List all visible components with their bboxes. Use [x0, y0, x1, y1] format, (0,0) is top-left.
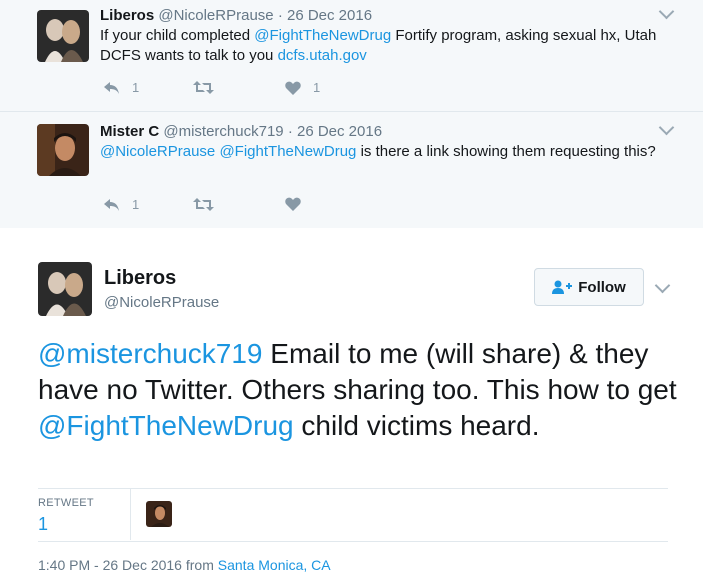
avatar[interactable] [37, 124, 89, 176]
avatar[interactable] [37, 10, 89, 62]
mention-link[interactable]: @FightTheNewDrug [38, 410, 294, 441]
tweet-timestamp: 1:40 PM - 26 Dec 2016 from Santa Monica,… [38, 557, 331, 573]
retweet-icon [193, 198, 214, 211]
text-fragment: If your child completed [100, 27, 255, 44]
author-name[interactable]: Liberos [100, 7, 154, 24]
like-button[interactable]: 1 [285, 80, 320, 95]
retweet-stat-count[interactable]: 1 [38, 514, 48, 535]
text-fragment: is there a link showing them requesting … [356, 143, 656, 160]
tweet-date[interactable]: · 26 Dec 2016 [278, 7, 372, 24]
main-tweet-text: @misterchuck719 Email to me (will share)… [38, 336, 678, 444]
retweet-button[interactable] [193, 81, 214, 94]
location-link[interactable]: Santa Monica, CA [218, 557, 331, 573]
tweet-date[interactable]: · 26 Dec 2016 [288, 123, 382, 140]
main-avatar[interactable] [38, 262, 92, 316]
like-button[interactable] [285, 197, 301, 211]
reply-count: 1 [132, 197, 140, 212]
mention-link[interactable]: @NicoleRPrause [100, 143, 215, 160]
divider [130, 488, 131, 540]
divider [38, 541, 668, 542]
mention-link[interactable]: @FightTheNewDrug [254, 27, 391, 44]
author-handle[interactable]: @misterchuck719 [163, 123, 283, 140]
context-tweet-2[interactable]: Mister C @misterchuck719 · 26 Dec 2016 @… [0, 112, 703, 228]
url-link[interactable]: dcfs.utah.gov [278, 47, 367, 64]
reply-button[interactable]: 1 [103, 80, 139, 95]
retweet-icon [193, 81, 214, 94]
context-tweet-1[interactable]: Liberos @NicoleRPrause · 26 Dec 2016 If … [0, 0, 703, 112]
chevron-down-icon[interactable] [658, 3, 675, 20]
mention-link[interactable]: @misterchuck719 [38, 338, 263, 369]
chevron-down-icon[interactable] [658, 119, 675, 136]
main-author-name[interactable]: Liberos [104, 267, 176, 290]
divider [38, 488, 668, 489]
retweeter-avatar[interactable] [146, 501, 172, 527]
text-fragment: child victims heard. [293, 410, 540, 441]
author-handle[interactable]: @NicoleRPrause [158, 7, 273, 24]
mention-link[interactable]: @FightTheNewDrug [219, 143, 356, 160]
reply-button[interactable]: 1 [103, 197, 139, 212]
heart-icon [285, 81, 301, 95]
follow-person-icon [552, 280, 573, 294]
main-author-handle[interactable]: @NicoleRPrause [104, 294, 219, 311]
like-count: 1 [313, 80, 321, 95]
reply-icon [104, 81, 119, 94]
tweet-text: If your child completed @FightTheNewDrug… [100, 26, 670, 66]
reply-icon [104, 198, 119, 211]
heart-icon [285, 197, 301, 211]
retweet-stat-label: RETWEET [38, 497, 94, 509]
tweet-text: @NicoleRPrause @FightTheNewDrug is there… [100, 142, 670, 162]
author-name[interactable]: Mister C [100, 123, 159, 140]
follow-label: Follow [578, 278, 626, 296]
chevron-down-icon[interactable] [654, 277, 671, 294]
timestamp-text: 1:40 PM - 26 Dec 2016 from [38, 557, 218, 573]
reply-count: 1 [132, 80, 140, 95]
follow-button[interactable]: Follow [534, 268, 644, 306]
retweet-button[interactable] [193, 198, 214, 211]
